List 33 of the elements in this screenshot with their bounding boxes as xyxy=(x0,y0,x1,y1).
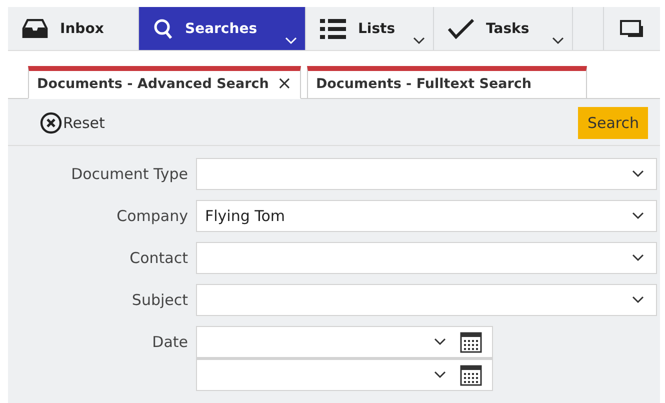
dropdown-field[interactable] xyxy=(196,158,657,190)
chevron-down-icon[interactable] xyxy=(552,37,564,45)
chevron-down-icon xyxy=(632,296,644,304)
field-label: Document Type xyxy=(70,165,188,183)
window-icon[interactable] xyxy=(620,20,644,38)
field-label: Contact xyxy=(128,249,188,267)
chevron-down-icon xyxy=(632,170,644,178)
dropdown-field[interactable] xyxy=(196,284,657,316)
inbox-tray-icon xyxy=(22,19,48,38)
dropdown-field[interactable] xyxy=(196,242,657,274)
nav-tab[interactable]: Searches xyxy=(139,7,306,50)
document-tab[interactable]: Documents - Advanced Search × xyxy=(28,66,301,99)
chevron-down-icon[interactable] xyxy=(413,37,425,45)
search-button[interactable]: Search xyxy=(578,107,648,139)
list-icon xyxy=(320,18,346,38)
document-tab[interactable]: Documents - Fulltext Search xyxy=(306,66,587,99)
search-icon xyxy=(153,18,173,40)
close-icon[interactable]: × xyxy=(276,76,292,92)
calendar-icon[interactable] xyxy=(460,364,482,386)
chevron-down-icon xyxy=(434,338,446,346)
reset-button[interactable]: Reset xyxy=(40,112,105,134)
date-field[interactable] xyxy=(196,358,493,391)
calendar-icon[interactable] xyxy=(460,331,482,353)
chevron-down-icon xyxy=(632,254,644,262)
field-label: Company xyxy=(116,207,188,225)
date-field[interactable] xyxy=(196,326,493,358)
field-label: Subject xyxy=(130,291,188,309)
field-label: Date xyxy=(151,332,188,351)
chevron-down-icon xyxy=(434,371,446,379)
chevron-down-icon xyxy=(632,212,644,220)
dropdown-field[interactable]: Flying Tom xyxy=(196,200,657,232)
close-circle-icon xyxy=(40,112,62,134)
checkmark-icon xyxy=(448,18,474,38)
